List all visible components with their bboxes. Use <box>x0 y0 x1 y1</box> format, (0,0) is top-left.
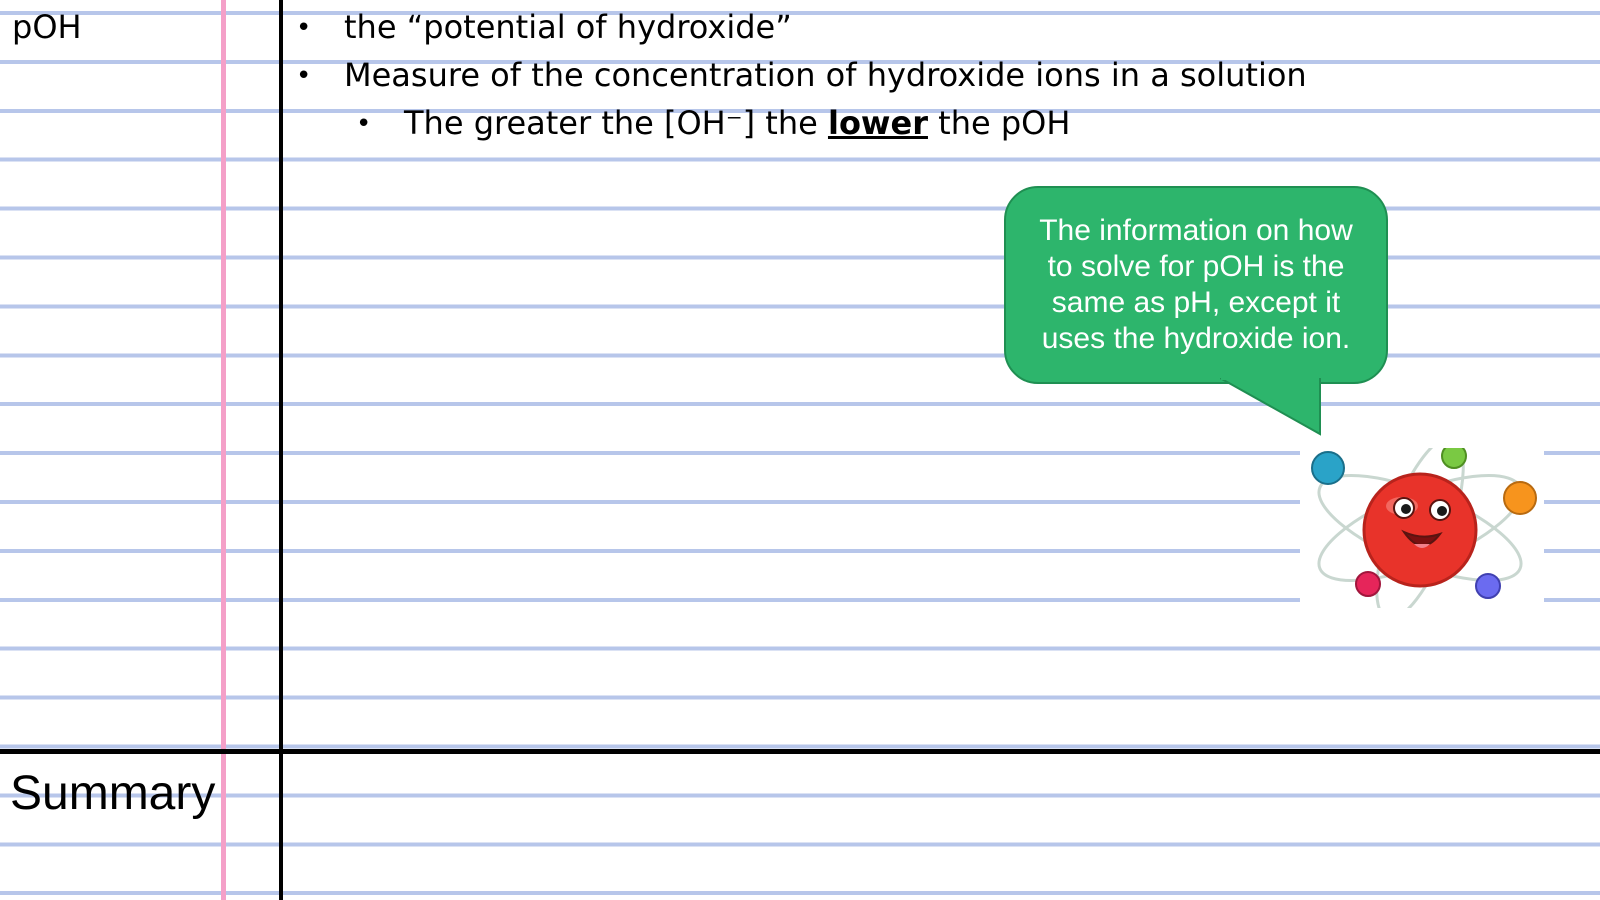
callout-bubble: The information on how to solve for pOH … <box>1004 186 1388 384</box>
sub-bullet-prefix: The greater the [OH⁻] the <box>404 104 828 142</box>
sub-bullet-emphasis: lower <box>827 104 928 142</box>
callout-text: The information on how to solve for pOH … <box>1039 214 1353 355</box>
bullet-marker: • <box>296 13 312 43</box>
bullet-text: the “potential of hydroxide” <box>344 8 792 46</box>
sub-bullet-marker: • <box>356 109 372 139</box>
topic-label: pOH <box>12 8 82 46</box>
summary-label: Summary <box>10 767 216 820</box>
sub-bullet-text: The greater the [OH⁻] the lower the pOH <box>404 103 1070 143</box>
bullet-text: Measure of the concentration of hydroxid… <box>344 56 1307 94</box>
callout-tail <box>1220 378 1321 436</box>
atom-mascot-icon <box>1300 448 1544 608</box>
notebook-page: pOH • the “potential of hydroxide” • Mea… <box>0 0 1600 900</box>
column-divider <box>279 0 283 900</box>
summary-divider <box>0 749 1600 754</box>
margin-line <box>221 0 226 900</box>
bullet-marker: • <box>296 61 312 91</box>
sub-bullet-suffix: the pOH <box>927 104 1071 142</box>
